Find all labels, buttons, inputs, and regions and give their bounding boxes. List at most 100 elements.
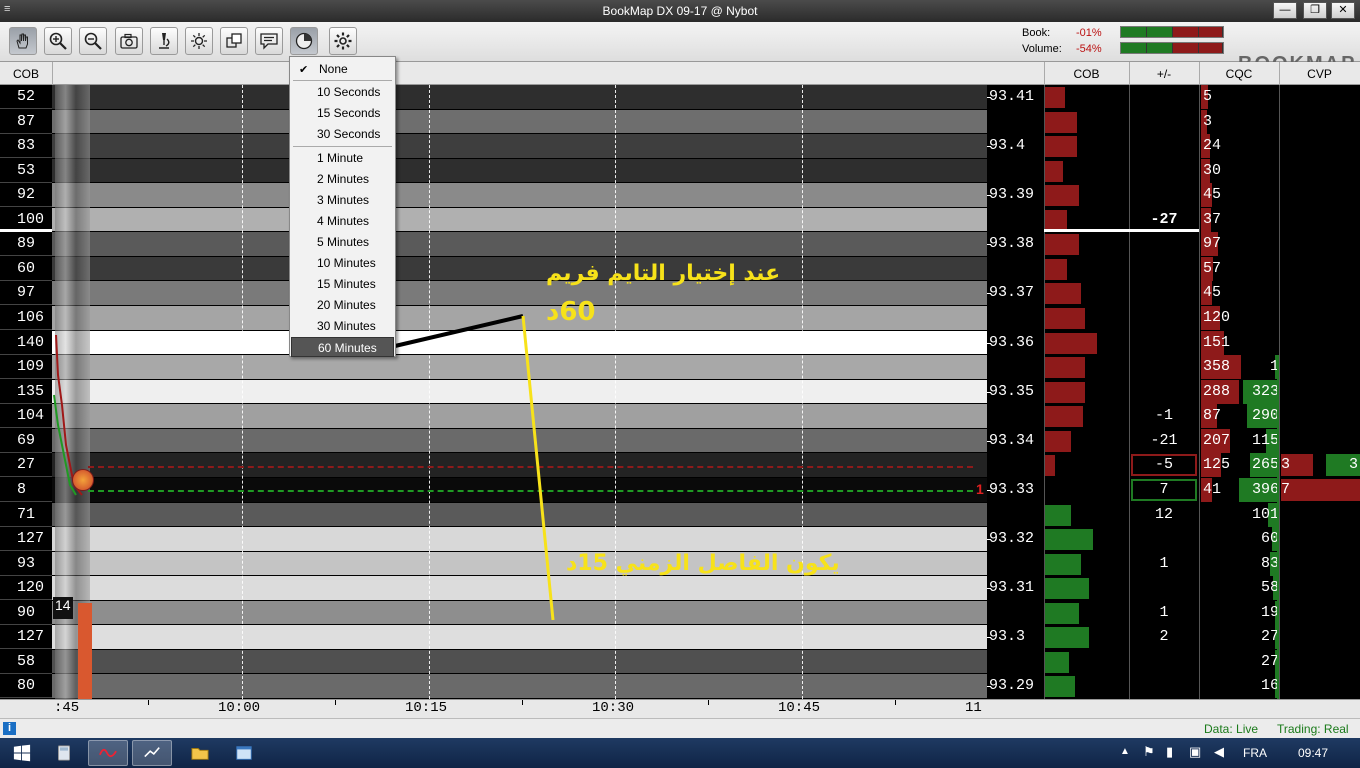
chat-button[interactable] bbox=[255, 27, 283, 55]
ask-cob-bar bbox=[1045, 87, 1065, 108]
time-frame-option[interactable]: 10 Seconds bbox=[291, 82, 394, 102]
cqc-buy-cell: 323 bbox=[1243, 379, 1279, 404]
info-icon[interactable]: i bbox=[3, 722, 16, 735]
maximize-button[interactable]: ❐ bbox=[1303, 2, 1327, 19]
heatmap-row bbox=[52, 183, 987, 207]
microscope-button[interactable] bbox=[150, 27, 178, 55]
time-frame-button[interactable] bbox=[290, 27, 318, 55]
window-title: BookMap DX 09-17 @ Nybot bbox=[602, 4, 758, 18]
cqc-sell-cell: 288 bbox=[1201, 379, 1239, 404]
price-label: 93.34 bbox=[989, 431, 1035, 449]
time-label: 10:00 bbox=[218, 700, 261, 716]
bid-cob-bar bbox=[1045, 553, 1081, 575]
plus-minus-cell: 1 bbox=[1159, 554, 1169, 572]
time-frame-option[interactable]: 30 Seconds bbox=[291, 124, 394, 144]
heatmap-row bbox=[52, 158, 987, 183]
left-cob-cell: 104 bbox=[0, 404, 52, 429]
cqc-sell-cell: 45 bbox=[1201, 183, 1221, 208]
time-label: 10:45 bbox=[778, 700, 821, 716]
heatmap-area[interactable]: 52 87 83 53 92 100 89 60 97 106 140 109 135 104 69 27 8 7… bbox=[0, 85, 1360, 699]
zoom-out-button[interactable] bbox=[79, 27, 107, 55]
annotation-lines bbox=[394, 314, 555, 620]
plus-minus-cell: 2 bbox=[1159, 628, 1169, 646]
zoom-in-button[interactable] bbox=[44, 27, 72, 55]
ask-cob-bar bbox=[1045, 283, 1081, 305]
left-cob-cell: 83 bbox=[0, 134, 52, 159]
tray-arrow-icon[interactable]: ▲ bbox=[1120, 746, 1130, 757]
heatmap-row bbox=[52, 256, 987, 281]
ask-cob-bar bbox=[1045, 258, 1067, 280]
time-frame-option[interactable]: 30 Minutes bbox=[291, 316, 394, 336]
language-indicator[interactable]: FRA bbox=[1243, 746, 1267, 760]
ask-cob-bar bbox=[1045, 209, 1067, 231]
battery-icon[interactable]: ▮ bbox=[1166, 744, 1173, 760]
window-icon bbox=[236, 746, 252, 760]
layers-button[interactable] bbox=[220, 27, 248, 55]
cqc-sell-cell: 5 bbox=[1201, 85, 1212, 109]
time-frame-option[interactable]: 4 Minutes bbox=[291, 211, 394, 231]
left-cob-cell: 52 bbox=[0, 85, 52, 109]
volume-icon[interactable]: ◀ bbox=[1214, 744, 1224, 760]
left-cob-cell: 8 bbox=[0, 478, 52, 502]
hand-tool-button[interactable] bbox=[9, 27, 37, 55]
checkmark-icon: ✔ bbox=[299, 64, 309, 76]
minimize-button[interactable]: — bbox=[1273, 2, 1297, 19]
last-price-marker: 1 bbox=[976, 481, 984, 497]
network-icon[interactable]: ▣ bbox=[1189, 744, 1201, 760]
level-separator-right bbox=[1044, 229, 1199, 232]
price-label: 93.33 bbox=[989, 480, 1035, 498]
bid-cob-bar bbox=[1045, 676, 1075, 698]
clock-time[interactable]: 09:47 bbox=[1298, 746, 1328, 760]
left-cob-cell: 127 bbox=[0, 527, 52, 552]
time-frame-option[interactable]: 2 Minutes bbox=[291, 169, 394, 189]
taskbar-calculator[interactable] bbox=[44, 740, 84, 766]
left-cob-cell: 27 bbox=[0, 453, 52, 478]
price-label: 93.32 bbox=[989, 530, 1035, 548]
volume-value: -54% bbox=[1076, 43, 1102, 55]
heatmap-row bbox=[52, 134, 987, 158]
time-frame-option[interactable]: 60 Minutes bbox=[291, 337, 394, 357]
taskbar-window[interactable] bbox=[224, 740, 264, 766]
price-label: 93.35 bbox=[989, 382, 1035, 400]
time-frame-option[interactable]: 10 Minutes bbox=[291, 253, 394, 273]
time-frame-option[interactable]: 3 Minutes bbox=[291, 190, 394, 210]
time-frame-option[interactable]: 5 Minutes bbox=[291, 232, 394, 252]
screenshot-button[interactable] bbox=[115, 27, 143, 55]
taskbar-chart-app[interactable] bbox=[88, 740, 128, 766]
left-cob-cell: 69 bbox=[0, 429, 52, 453]
time-frame-option[interactable]: 15 Seconds bbox=[291, 103, 394, 123]
folder-icon bbox=[191, 748, 209, 760]
cqc-sell-cell: 24 bbox=[1201, 134, 1221, 159]
left-cob-cell: 97 bbox=[0, 281, 52, 306]
taskbar-bookmap[interactable] bbox=[132, 740, 172, 766]
hand-icon bbox=[16, 33, 28, 49]
price-label: 93.37 bbox=[989, 284, 1035, 302]
cqc-sell-cell: 57 bbox=[1201, 256, 1221, 281]
left-cob-cell: 87 bbox=[0, 110, 52, 134]
flag-icon[interactable]: ⚑ bbox=[1143, 744, 1155, 760]
settings-button[interactable] bbox=[329, 27, 357, 55]
heatmap-row bbox=[52, 674, 987, 698]
time-frame-menu[interactable]: None ✔ 10 Seconds 15 Seconds 30 Seconds 1 Min… bbox=[289, 56, 396, 357]
ask-cob-bar bbox=[1045, 136, 1077, 158]
ask-cob-bar bbox=[1045, 332, 1097, 354]
start-button[interactable] bbox=[2, 740, 42, 766]
time-frame-option[interactable]: 20 Minutes bbox=[291, 295, 394, 315]
taskbar-explorer[interactable] bbox=[180, 740, 220, 766]
ask-cob-bar bbox=[1045, 357, 1085, 379]
column-divider bbox=[1279, 85, 1280, 699]
status-bar: i Data: Live Trading: Real bbox=[0, 718, 1360, 738]
plus-minus-cell: 7 bbox=[1131, 478, 1197, 501]
left-cob-cell: 71 bbox=[0, 503, 52, 527]
microscope-icon bbox=[159, 33, 170, 49]
close-button[interactable]: ✕ bbox=[1331, 2, 1355, 19]
chat-icon bbox=[260, 33, 278, 50]
brightness-button[interactable] bbox=[185, 27, 213, 55]
time-label: 11 bbox=[965, 700, 982, 716]
time-frame-option[interactable]: 15 Minutes bbox=[291, 274, 394, 294]
left-cob-cell: 90 bbox=[0, 601, 52, 625]
cqc-sell-cell: 120 bbox=[1201, 306, 1230, 331]
annotation-top-line1: عند إختيار التايم فريم bbox=[546, 261, 781, 286]
time-frame-option[interactable]: 1 Minute bbox=[291, 148, 394, 168]
time-label: 10:15 bbox=[405, 700, 448, 716]
